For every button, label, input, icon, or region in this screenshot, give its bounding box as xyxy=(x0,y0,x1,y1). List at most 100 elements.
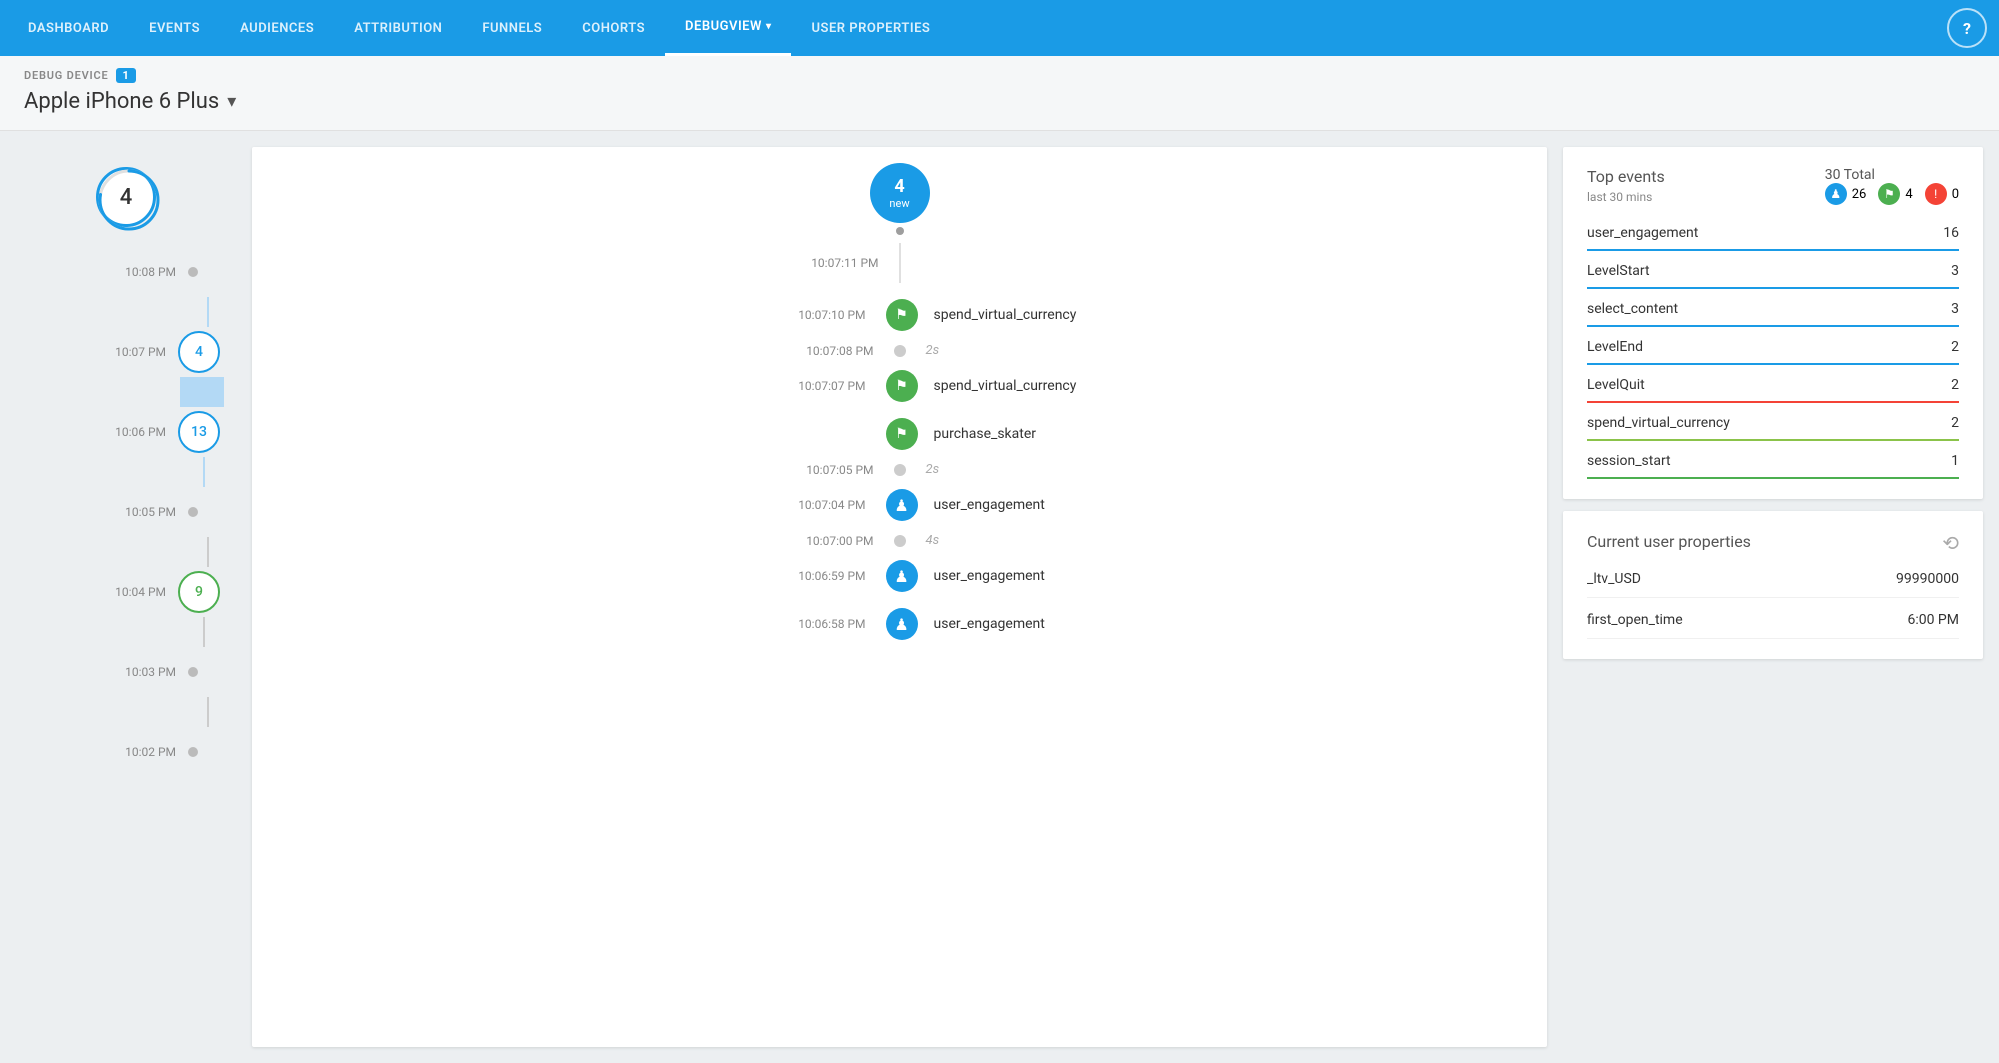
event-row-2[interactable]: 10:07:10 PM ⚑ spend_virtual_currency xyxy=(252,291,1547,339)
timeline-row-1007: 10:07 PM 4 xyxy=(16,327,228,377)
top-events-total: 30 Total xyxy=(1825,167,1959,183)
event-icon-4: ⚑ xyxy=(886,418,918,450)
timeline-bubble-1004[interactable]: 9 xyxy=(178,571,220,613)
event-row-3[interactable]: 10:07:07 PM ⚑ spend_virtual_currency xyxy=(252,362,1547,410)
top-event-session-start[interactable]: session_start 1 xyxy=(1587,453,1959,479)
gap-label-3: 4s xyxy=(906,533,1548,548)
timeline-dot-1005 xyxy=(188,507,198,517)
new-badge-container: 4 new xyxy=(252,147,1547,223)
timeline-row-1005: 10:05 PM xyxy=(16,487,228,537)
nav-funnels[interactable]: FUNNELS xyxy=(462,0,562,56)
event-time-5: 10:07:04 PM xyxy=(252,498,886,512)
debug-count-badge: 1 xyxy=(116,68,135,83)
events-list: 10:07:11 PM 10:07:10 PM ⚑ spend_virtual_… xyxy=(252,235,1547,648)
debug-device-label: DEBUG DEVICE 1 xyxy=(24,68,1975,83)
timeline-dot-1003 xyxy=(188,667,198,677)
event-time-3: 10:07:07 PM xyxy=(252,379,886,393)
event-row-7[interactable]: 10:06:58 PM ♟ user_engagement xyxy=(252,600,1547,648)
flag-icon-3: ⚑ xyxy=(895,426,908,442)
timeline-bubble-1006[interactable]: 13 xyxy=(178,411,220,453)
new-events-badge: 4 new xyxy=(870,163,930,223)
event-gap-2: 10:07:05 PM 2s xyxy=(252,458,1547,481)
new-label: new xyxy=(889,197,909,210)
event-time-gap3: 10:07:00 PM xyxy=(252,534,894,548)
person-icon-2: ♟ xyxy=(894,567,908,586)
event-icon-3: ⚑ xyxy=(886,370,918,402)
nav-attribution[interactable]: ATTRIBUTION xyxy=(334,0,462,56)
top-navigation: DASHBOARD EVENTS AUDIENCES ATTRIBUTION F… xyxy=(0,0,1999,56)
top-event-user-engagement[interactable]: user_engagement 16 xyxy=(1587,225,1959,251)
event-name-6: user_engagement xyxy=(918,568,1548,584)
top-events-header: Top events last 30 mins 30 Total ♟ 26 xyxy=(1587,167,1959,221)
top-counter-arc xyxy=(96,167,162,233)
person-chip-icon: ♟ xyxy=(1830,187,1841,201)
timeline-rows: 10:08 PM 10:07 PM 4 10:06 PM 13 xyxy=(16,247,236,777)
gap-label-2: 2s xyxy=(906,462,1548,477)
gap-dot-1 xyxy=(894,345,906,357)
person-icon-3: ♟ xyxy=(894,615,908,634)
event-row-1: 10:07:11 PM xyxy=(252,235,1547,291)
top-event-counter: 4 xyxy=(96,167,156,227)
connector-dot xyxy=(896,227,904,235)
timeline-row-1008: 10:08 PM xyxy=(16,247,228,297)
event-row-6[interactable]: 10:06:59 PM ♟ user_engagement xyxy=(252,552,1547,600)
user-properties-header: Current user properties ⟲ xyxy=(1587,531,1959,555)
event-name-3: spend_virtual_currency xyxy=(918,378,1548,394)
event-name-7: user_engagement xyxy=(918,616,1548,632)
device-selector[interactable]: Apple iPhone 6 Plus ▾ xyxy=(24,89,1975,114)
nav-audiences[interactable]: AUDIENCES xyxy=(220,0,334,56)
top-event-levelend[interactable]: LevelEnd 2 xyxy=(1587,339,1959,365)
right-panel: Top events last 30 mins 30 Total ♟ 26 xyxy=(1563,147,1983,1047)
user-prop-ltv[interactable]: _ltv_USD 99990000 xyxy=(1587,571,1959,598)
gap-dot-2 xyxy=(894,464,906,476)
event-icon-7: ♟ xyxy=(886,608,918,640)
flag-icon: ⚑ xyxy=(895,307,908,323)
nav-user-properties[interactable]: USER PROPERTIES xyxy=(791,0,950,56)
red-chip-icon: ! xyxy=(1925,183,1947,205)
gap-dot-3 xyxy=(894,535,906,547)
person-icon: ♟ xyxy=(894,496,908,515)
event-gap-1: 10:07:08 PM 2s xyxy=(252,339,1547,362)
event-type-counts: ♟ 26 ⚑ 4 ! xyxy=(1825,183,1959,205)
event-icon-6: ♟ xyxy=(886,560,918,592)
alert-chip-icon: ! xyxy=(1934,187,1937,201)
top-event-spend-virtual-currency[interactable]: spend_virtual_currency 2 xyxy=(1587,415,1959,441)
top-events-title: Top events xyxy=(1587,167,1665,186)
timeline-highlight-connector xyxy=(180,377,224,407)
event-row-5[interactable]: 10:07:04 PM ♟ user_engagement xyxy=(252,481,1547,529)
event-gap-3: 10:07:00 PM 4s xyxy=(252,529,1547,552)
help-button[interactable]: ? xyxy=(1947,8,1987,48)
left-timeline: 4 10:08 PM 10:07 PM 4 xyxy=(16,147,236,1047)
event-time-7: 10:06:58 PM xyxy=(252,617,886,631)
user-properties-list: _ltv_USD 99990000 first_open_time 6:00 P… xyxy=(1587,571,1959,639)
green-chip-icon: ⚑ xyxy=(1878,183,1900,205)
top-event-select-content[interactable]: select_content 3 xyxy=(1587,301,1959,327)
device-dropdown-icon: ▾ xyxy=(227,91,236,112)
green-count-chip: ⚑ 4 xyxy=(1878,183,1912,205)
top-events-subtitle: last 30 mins xyxy=(1587,190,1665,204)
event-name-2: spend_virtual_currency xyxy=(918,307,1548,323)
user-prop-first-open-time[interactable]: first_open_time 6:00 PM xyxy=(1587,612,1959,639)
history-icon[interactable]: ⟲ xyxy=(1942,531,1959,555)
timeline-bubble-1007[interactable]: 4 xyxy=(178,331,220,373)
event-row-4[interactable]: ⚑ purchase_skater xyxy=(252,410,1547,458)
timeline-row-1006: 10:06 PM 13 xyxy=(16,407,228,457)
top-events-list: user_engagement 16 LevelStart 3 select_c… xyxy=(1587,225,1959,479)
event-name-5: user_engagement xyxy=(918,497,1548,513)
timeline-connector-2 xyxy=(203,457,205,487)
event-icon-5: ♟ xyxy=(886,489,918,521)
timeline-row-1004: 10:04 PM 9 xyxy=(16,567,228,617)
top-event-levelquit[interactable]: LevelQuit 2 xyxy=(1587,377,1959,403)
event-time-gap1: 10:07:08 PM xyxy=(252,344,894,358)
blue-count-chip: ♟ 26 xyxy=(1825,183,1867,205)
top-event-levelstart[interactable]: LevelStart 3 xyxy=(1587,263,1959,289)
event-time-2: 10:07:10 PM xyxy=(252,308,886,322)
nav-debugview[interactable]: DEBUGVIEW ▾ xyxy=(665,0,791,56)
timeline-connector-3 xyxy=(207,537,209,567)
nav-events[interactable]: EVENTS xyxy=(129,0,220,56)
nav-cohorts[interactable]: COHORTS xyxy=(562,0,665,56)
center-events-panel: 4 new 10:07:11 PM 10:07:10 PM ⚑ spend_v xyxy=(252,147,1547,1047)
gap-label-1: 2s xyxy=(906,343,1548,358)
nav-dashboard[interactable]: DASHBOARD xyxy=(8,0,129,56)
main-content: 4 10:08 PM 10:07 PM 4 xyxy=(0,131,1999,1063)
